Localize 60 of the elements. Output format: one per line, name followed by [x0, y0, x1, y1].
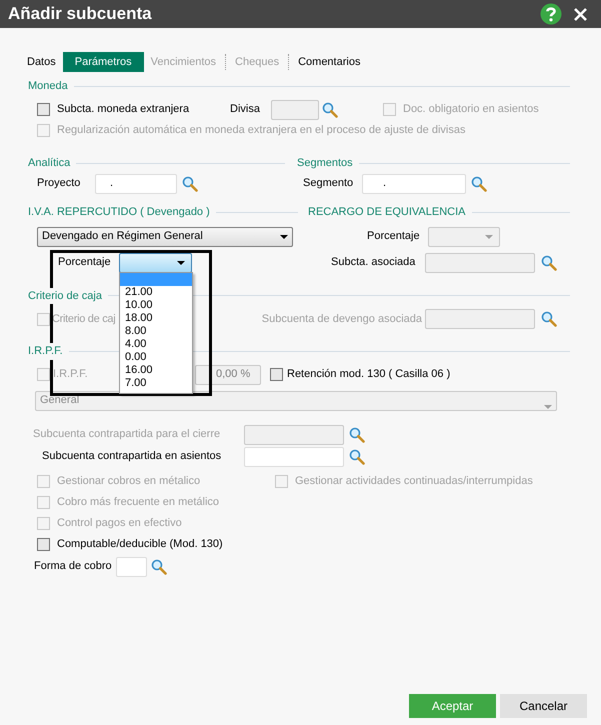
dropdown-option[interactable]: 18.00	[120, 312, 192, 325]
cancel-button[interactable]: Cancelar	[500, 694, 587, 718]
select-box[interactable]	[119, 252, 192, 272]
checkbox[interactable]	[37, 538, 50, 551]
search-icon[interactable]	[541, 254, 557, 270]
tab[interactable]: Comentarios	[298, 52, 360, 72]
section-title: I.R.P.F.	[28, 343, 64, 360]
search-icon[interactable]	[322, 102, 338, 118]
field-label: Subcta. asociada	[331, 255, 416, 270]
caret-icon	[485, 234, 493, 238]
checkbox-label: I.R.P.F.	[53, 367, 88, 382]
window-title: Añadir subcuenta	[8, 3, 152, 26]
field-label: Porcentaje	[367, 229, 421, 244]
caret-icon	[280, 234, 288, 238]
tab[interactable]: Datos	[27, 52, 56, 72]
input-field[interactable]	[116, 556, 147, 576]
field-label: Subcuenta contrapartida para el cierre	[33, 427, 222, 442]
dropdown-option[interactable]: 10.00	[120, 299, 192, 312]
select-box[interactable]: Devengado en Régimen General	[37, 226, 293, 246]
dropdown-option[interactable]: 4.00	[120, 338, 192, 351]
help-icon[interactable]	[540, 3, 562, 25]
checkbox-label: Gestionar cobros en métalico	[57, 474, 200, 490]
input-field[interactable]	[244, 446, 344, 466]
search-icon[interactable]	[151, 558, 167, 574]
section-title: Criterio de caja	[28, 288, 103, 304]
checkbox[interactable]	[37, 103, 50, 116]
search-icon[interactable]	[541, 311, 557, 327]
checkbox-label: Cobro más frecuente en metálico	[57, 495, 220, 510]
field-label: Subcuenta contrapartida en asientos	[42, 449, 222, 464]
checkbox-label: Regularización automática en moneda extranjera en el proceso de ajuste de divisas	[57, 123, 466, 138]
field-label: Proyecto	[37, 176, 82, 192]
field-label: Segmento	[303, 176, 354, 192]
search-icon[interactable]	[182, 176, 198, 192]
field-label: Porcentaje	[58, 255, 112, 270]
dropdown-option[interactable]: 16.00	[120, 364, 192, 377]
checkbox[interactable]	[270, 368, 283, 381]
checkbox-label: Gestionar actividades continuadas/interrumpidas	[295, 474, 533, 490]
tab[interactable]: Parámetros	[62, 52, 144, 72]
checkbox-label: Subcta. moneda extranjera	[57, 102, 190, 118]
dropdown-option[interactable]: 8.00	[120, 325, 192, 338]
checkbox-label: Control pagos en efectivo	[57, 516, 182, 532]
checkbox-label: Retención mod. 130 ( Casilla 06 )	[287, 367, 450, 382]
caret-icon	[177, 260, 185, 264]
search-icon[interactable]	[349, 426, 365, 442]
close-icon[interactable]	[574, 8, 587, 20]
checkbox-label: Computable/deducible (Mod. 130)	[57, 537, 223, 552]
dropdown-option[interactable]: 0.00	[120, 351, 192, 364]
input-field[interactable]: .	[95, 174, 177, 194]
field-label: Divisa	[230, 102, 261, 118]
search-icon[interactable]	[471, 176, 487, 192]
input-field[interactable]: .	[362, 174, 466, 194]
field-label: Subcuenta de devengo asociada	[260, 312, 423, 327]
checkbox-label: Criterio de caj	[52, 312, 116, 327]
search-icon[interactable]	[349, 448, 365, 464]
dropdown-option[interactable]: 21.00	[120, 286, 192, 299]
dropdown-option[interactable]: 7.00	[120, 377, 192, 390]
caret-icon	[544, 404, 552, 408]
field-label: Forma de cobro	[34, 559, 113, 574]
checkbox-label: Doc. obligatorio en asientos	[403, 102, 539, 118]
input-field[interactable]: 0,00 %	[195, 364, 261, 384]
